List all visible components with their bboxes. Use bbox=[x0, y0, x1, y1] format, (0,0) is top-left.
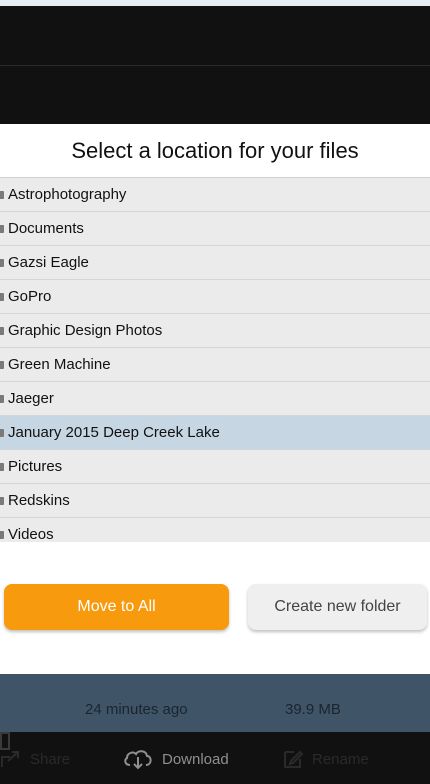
folder-label: Jaeger bbox=[8, 390, 54, 407]
folder-icon bbox=[0, 361, 4, 369]
folder-icon bbox=[0, 463, 4, 471]
share-button[interactable]: Share bbox=[0, 748, 70, 770]
header-band-secondary bbox=[0, 66, 430, 124]
folder-item[interactable]: Graphic Design Photos bbox=[0, 314, 430, 348]
folder-label: Graphic Design Photos bbox=[8, 322, 163, 339]
folder-label: January 2015 Deep Creek Lake bbox=[8, 424, 220, 441]
folder-item[interactable]: Redskins bbox=[0, 484, 430, 518]
modified-time: 24 minutes ago bbox=[85, 701, 188, 718]
location-dialog: Select a location for your files Astroph… bbox=[0, 124, 430, 674]
cloud-download-icon bbox=[124, 750, 152, 770]
header-band bbox=[0, 6, 430, 66]
share-icon bbox=[1, 751, 19, 767]
folder-item[interactable]: Videos bbox=[0, 518, 430, 542]
folder-label: Documents bbox=[8, 220, 84, 237]
folder-item[interactable]: Astrophotography bbox=[0, 178, 430, 212]
move-to-all-button[interactable]: Move to All bbox=[4, 584, 229, 630]
folder-item[interactable]: Gazsi Eagle bbox=[0, 246, 430, 280]
folder-item[interactable]: GoPro bbox=[0, 280, 430, 314]
folder-list[interactable]: Astrophotography Documents Gazsi Eagle G… bbox=[0, 178, 430, 542]
dialog-title: Select a location for your files bbox=[0, 124, 430, 178]
folder-icon bbox=[0, 293, 4, 301]
download-button[interactable]: Download bbox=[122, 748, 229, 770]
create-new-folder-button[interactable]: Create new folder bbox=[248, 584, 427, 630]
folder-label: Videos bbox=[8, 526, 54, 542]
edit-icon bbox=[284, 750, 304, 768]
folder-item[interactable]: Documents bbox=[0, 212, 430, 246]
folder-icon bbox=[0, 531, 4, 539]
folder-icon bbox=[0, 497, 4, 505]
folder-label: Pictures bbox=[8, 458, 63, 475]
download-label: Download bbox=[162, 750, 229, 768]
folder-icon bbox=[0, 191, 4, 199]
folder-icon bbox=[0, 225, 4, 233]
folder-label: Redskins bbox=[8, 492, 70, 509]
rename-button[interactable]: Rename bbox=[282, 748, 369, 770]
folder-label: Astrophotography bbox=[8, 186, 127, 203]
file-size: 39.9 MB bbox=[285, 701, 341, 718]
folder-item-selected[interactable]: January 2015 Deep Creek Lake bbox=[0, 416, 430, 450]
folder-label: Gazsi Eagle bbox=[8, 254, 89, 271]
folder-label: Green Machine bbox=[8, 356, 111, 373]
folder-icon bbox=[0, 327, 4, 335]
folder-label: GoPro bbox=[8, 288, 52, 305]
folder-item[interactable]: Jaeger bbox=[0, 382, 430, 416]
rename-label: Rename bbox=[312, 750, 369, 768]
folder-item[interactable]: Green Machine bbox=[0, 348, 430, 382]
folder-item[interactable]: Pictures bbox=[0, 450, 430, 484]
folder-icon bbox=[0, 429, 4, 437]
folder-icon bbox=[0, 259, 4, 267]
share-label: Share bbox=[30, 750, 71, 768]
bottom-toolbar: Share Download Rename bbox=[0, 732, 430, 784]
dialog-actions: Move to All Create new folder bbox=[0, 584, 430, 630]
file-info-bar: 24 minutes ago 39.9 MB bbox=[0, 674, 430, 732]
folder-icon bbox=[0, 395, 4, 403]
